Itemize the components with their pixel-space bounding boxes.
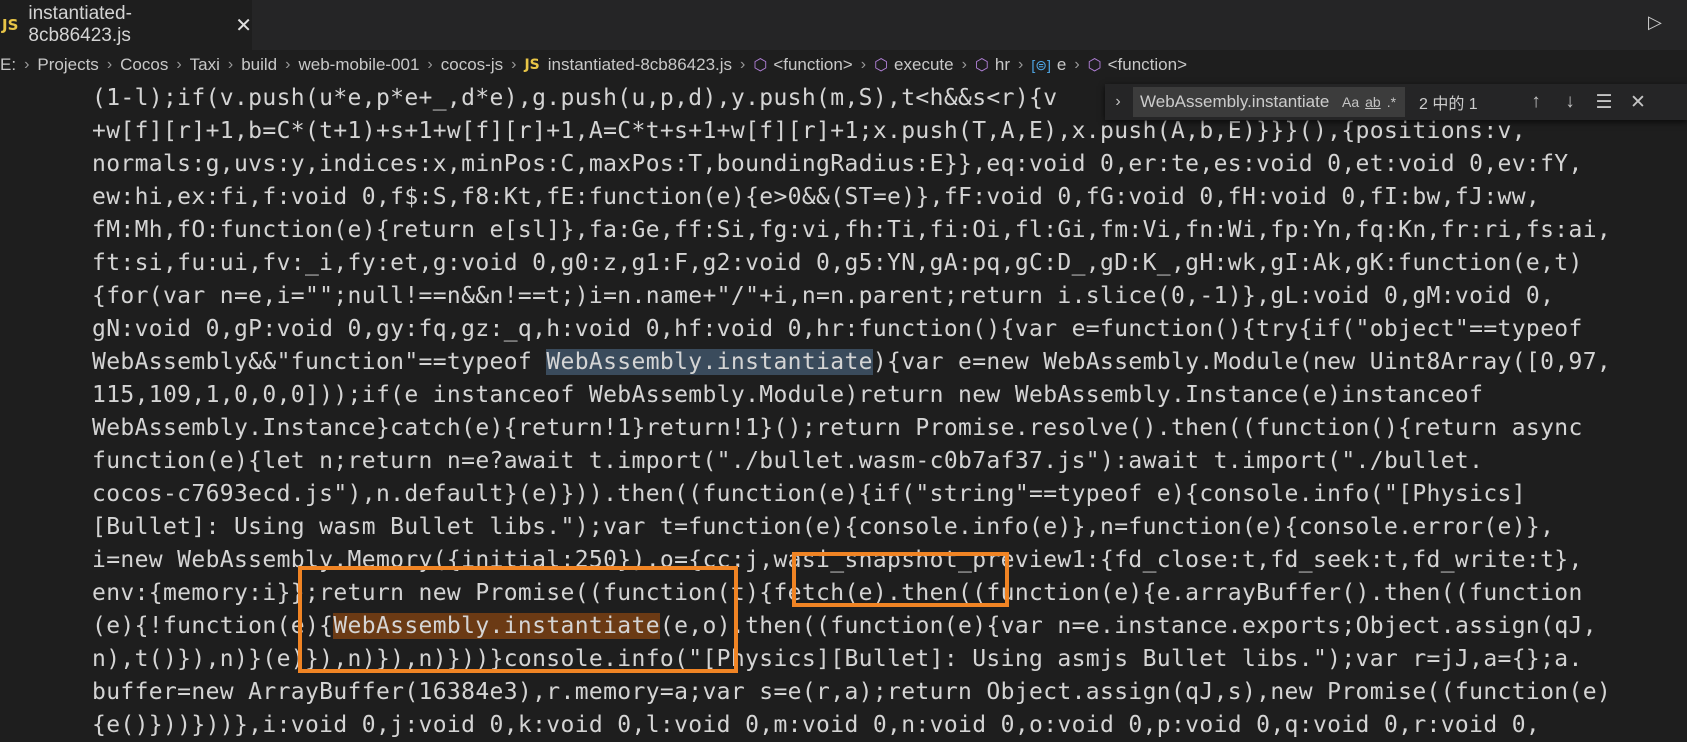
previous-match-arrow-up-icon[interactable]: ↑ xyxy=(1519,91,1553,113)
chevron-right-icon: › xyxy=(106,56,113,73)
close-icon[interactable]: ✕ xyxy=(235,13,252,38)
chevron-right-icon: › xyxy=(860,56,867,73)
match-case-icon[interactable]: Aa xyxy=(1342,94,1359,110)
code-segment: WebAssembly&&"function"==typeof xyxy=(92,349,547,375)
code-line: cocos-c7693ecd.js"),n.default}(e)})).the… xyxy=(92,481,1526,507)
javascript-file-icon: JS xyxy=(524,57,540,73)
find-input-value: WebAssembly.instantiate xyxy=(1140,92,1330,111)
chevron-right-icon: › xyxy=(285,56,291,73)
use-regex-icon[interactable]: .* xyxy=(1387,94,1396,110)
function-symbol-icon: ⬡ xyxy=(974,57,989,74)
code-line: normals:g,uvs:y,indices:x,minPos:C,maxPo… xyxy=(92,151,1583,177)
function-symbol-icon: ⬡ xyxy=(874,57,889,74)
chevron-right-icon: › xyxy=(427,56,433,73)
chevron-right-icon: › xyxy=(961,56,967,73)
function-symbol-icon: ⬡ xyxy=(1087,57,1102,74)
breadcrumb-symbol-execute[interactable]: execute xyxy=(894,55,954,75)
find-widget: › WebAssembly.instantiate Aa ab .* 2 中的 … xyxy=(1105,84,1687,120)
code-line: function(e){let n;return n=e?await t.imp… xyxy=(92,448,1484,474)
tab-instantiated-js[interactable]: JS instantiated-8cb86423.js ✕ xyxy=(0,0,252,50)
breadcrumb-symbol-hr[interactable]: hr xyxy=(995,55,1010,75)
find-in-selection-icon[interactable]: ☰ xyxy=(1587,91,1621,114)
breadcrumb-item-file[interactable]: instantiated-8cb86423.js xyxy=(548,55,732,75)
breadcrumb: E: › Projects › Cocos › Taxi › build › w… xyxy=(0,50,1687,80)
search-match-highlight: WebAssembly.instantiate xyxy=(546,349,873,375)
javascript-file-icon: JS xyxy=(2,16,19,34)
chevron-right-icon: › xyxy=(511,56,517,73)
match-whole-word-icon[interactable]: ab xyxy=(1365,94,1381,110)
chevron-right-icon: › xyxy=(176,56,182,73)
breadcrumb-item-build[interactable]: build xyxy=(241,55,277,75)
variable-symbol-icon: [⊜] xyxy=(1031,56,1051,73)
code-line: [Bullet]: Using wasm Bullet libs.");var … xyxy=(92,514,1555,540)
chevron-right-icon: › xyxy=(227,56,234,73)
breadcrumb-symbol-inner-function[interactable]: <function> xyxy=(1108,55,1187,75)
code-line: 115,109,1,0,0,0]));if(e instanceof WebAs… xyxy=(92,382,1484,408)
next-match-arrow-down-icon[interactable]: ↓ xyxy=(1553,91,1587,113)
breadcrumb-symbol-e[interactable]: e xyxy=(1057,55,1066,75)
code-line: {for(var n=e,i="";null!==n&&n!==t;)i=n.n… xyxy=(92,283,1555,309)
code-line: ew:hi,ex:fi,f:void 0,f$:S,f8:Kt,fE:funct… xyxy=(92,184,1541,210)
toggle-replace-chevron-icon[interactable]: › xyxy=(1107,93,1129,111)
breadcrumb-item-drive[interactable]: E: xyxy=(0,55,16,75)
annotation-box-instantiate xyxy=(298,566,738,673)
breadcrumb-item-projects[interactable]: Projects xyxy=(37,55,98,75)
tab-bar: JS instantiated-8cb86423.js ✕ ▷ xyxy=(0,0,1687,50)
function-symbol-icon: ⬡ xyxy=(753,57,768,74)
code-line: fM:Mh,fO:function(e){return e[sl]},fa:Ge… xyxy=(92,217,1612,243)
code-segment: (e,o).then((function(e){var n=e.instance… xyxy=(659,613,1597,639)
close-find-icon[interactable]: ✕ xyxy=(1621,91,1655,114)
code-segment: ){var e=new WebAssembly.Module(new Uint8… xyxy=(872,349,1612,375)
breadcrumb-item-web-mobile[interactable]: web-mobile-001 xyxy=(298,55,419,75)
breadcrumb-item-cocos[interactable]: Cocos xyxy=(120,55,168,75)
breadcrumb-item-cocos-js[interactable]: cocos-js xyxy=(441,55,503,75)
find-input[interactable]: WebAssembly.instantiate Aa ab .* xyxy=(1133,87,1405,117)
annotation-box-fetch xyxy=(792,552,1009,607)
code-line: ft:si,fu:ui,fv:_i,fy:et,g:void 0,g0:z,g1… xyxy=(92,250,1583,276)
chevron-right-icon: › xyxy=(740,56,746,73)
breadcrumb-symbol-function[interactable]: <function> xyxy=(773,55,852,75)
code-line: WebAssembly.Instance}catch(e){return!1}r… xyxy=(92,415,1583,441)
code-line: gN:void 0,gP:void 0,gy:fq,gz:_q,h:void 0… xyxy=(92,316,1583,342)
tab-filename: instantiated-8cb86423.js xyxy=(28,3,132,46)
match-count: 2 中的 1 xyxy=(1419,96,1478,113)
run-icon[interactable]: ▷ xyxy=(1648,12,1662,33)
chevron-right-icon: › xyxy=(1018,56,1024,73)
chevron-right-icon: › xyxy=(1074,56,1080,73)
breadcrumb-item-taxi[interactable]: Taxi xyxy=(190,55,220,75)
code-line: WebAssembly&&"function"==typeof WebAssem… xyxy=(92,346,1687,379)
code-line: {e()}))}))},i:void 0,j:void 0,k:void 0,l… xyxy=(92,712,1541,738)
chevron-right-icon: › xyxy=(24,56,30,73)
code-line: buffer=new ArrayBuffer(16384e3),r.memory… xyxy=(92,679,1612,705)
